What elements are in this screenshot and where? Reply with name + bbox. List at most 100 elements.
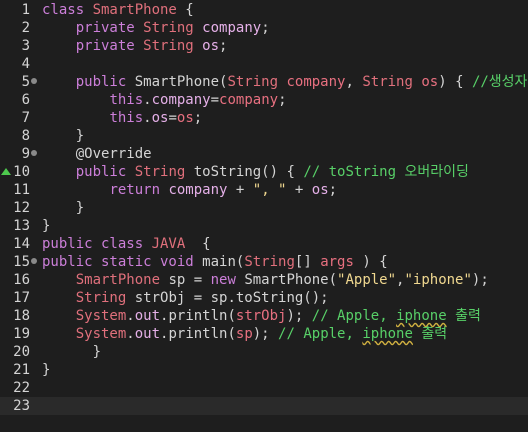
code-line[interactable]: 23 bbox=[0, 397, 528, 415]
code-token: //생성자 bbox=[471, 74, 528, 90]
code-token: args bbox=[320, 254, 354, 270]
code-token: .println( bbox=[160, 326, 236, 342]
code-token: [] bbox=[294, 254, 321, 270]
code-token: new bbox=[210, 272, 245, 288]
code-token: String bbox=[75, 290, 135, 306]
code-token: out bbox=[134, 308, 161, 324]
code-token: os bbox=[311, 182, 329, 198]
code-line[interactable]: 9 @Override bbox=[0, 145, 528, 163]
code-text[interactable]: this.company=company; bbox=[42, 91, 287, 109]
code-text[interactable]: this.os=os; bbox=[42, 109, 202, 127]
code-line[interactable]: 12 } bbox=[0, 199, 528, 217]
code-text[interactable]: SmartPhone sp = new SmartPhone("Apple","… bbox=[42, 271, 489, 289]
code-editor[interactable]: 1 class SmartPhone {2 private String comp… bbox=[0, 0, 528, 432]
code-line[interactable]: 22 bbox=[0, 379, 528, 397]
line-number: 15 bbox=[13, 254, 30, 270]
code-line[interactable]: 6 this.company=company; bbox=[0, 91, 528, 109]
line-number: 14 bbox=[13, 236, 30, 252]
code-text[interactable]: return company + ", " + os; bbox=[42, 181, 337, 199]
fold-toggle-icon[interactable] bbox=[31, 150, 37, 156]
code-token: } bbox=[42, 128, 85, 144]
code-token: // Apple, bbox=[311, 308, 397, 324]
fold-toggle-icon[interactable] bbox=[31, 78, 37, 84]
code-line[interactable]: 10 public String toString() { // toStrin… bbox=[0, 163, 528, 181]
code-token: String bbox=[362, 74, 422, 90]
code-token: } bbox=[42, 362, 51, 378]
line-number: 19 bbox=[13, 326, 30, 342]
code-token: ; bbox=[193, 110, 203, 126]
code-text[interactable]: public class JAVA { bbox=[42, 235, 211, 253]
code-line[interactable]: 7 this.os=os; bbox=[0, 109, 528, 127]
code-line[interactable]: 21} bbox=[0, 361, 528, 379]
code-text[interactable]: private String os; bbox=[42, 37, 228, 55]
code-token: . bbox=[126, 308, 135, 324]
code-text[interactable]: public SmartPhone(String company, String… bbox=[42, 73, 528, 91]
code-token: company bbox=[151, 92, 211, 108]
code-line[interactable]: 15 public static void main(String[] args … bbox=[0, 253, 528, 271]
code-line[interactable]: 2 private String company; bbox=[0, 19, 528, 37]
code-token: = bbox=[210, 92, 220, 108]
code-token: strObj bbox=[235, 308, 287, 324]
code-token: this bbox=[109, 92, 144, 108]
code-token: SmartPhone( bbox=[134, 74, 228, 90]
code-token: } bbox=[42, 200, 85, 216]
code-line[interactable]: 16 SmartPhone sp = new SmartPhone("Apple… bbox=[0, 271, 528, 289]
code-token: ); bbox=[286, 308, 312, 324]
code-token: 출력 bbox=[446, 308, 481, 324]
code-text[interactable]: @Override bbox=[42, 145, 152, 163]
code-line[interactable]: 1 class SmartPhone { bbox=[0, 1, 528, 19]
code-line[interactable]: 20 } bbox=[0, 343, 528, 361]
code-text[interactable]: } bbox=[42, 127, 84, 145]
code-line[interactable]: 14 public class JAVA { bbox=[0, 235, 528, 253]
code-line[interactable]: 4 bbox=[0, 55, 528, 73]
line-number: 17 bbox=[13, 290, 30, 306]
code-token: + bbox=[227, 182, 253, 198]
code-token: 출력 bbox=[412, 326, 448, 342]
code-token: company bbox=[168, 182, 228, 198]
code-line[interactable]: 17 String strObj = sp.toString(); bbox=[0, 289, 528, 307]
code-token: @Override bbox=[75, 146, 152, 162]
code-text[interactable]: } bbox=[42, 343, 101, 361]
code-line[interactable]: 8 } bbox=[0, 127, 528, 145]
line-number: 5 bbox=[21, 74, 30, 90]
code-token: String bbox=[244, 254, 295, 270]
code-line[interactable]: 18 System.out.println(strObj); // Apple,… bbox=[0, 307, 528, 325]
code-text[interactable]: } bbox=[42, 361, 50, 379]
code-text[interactable]: } bbox=[42, 217, 50, 235]
code-token: company bbox=[219, 92, 279, 108]
code-line[interactable]: 11 return company + ", " + os; bbox=[0, 181, 528, 199]
line-number: 13 bbox=[13, 218, 30, 234]
code-text[interactable]: private String company; bbox=[42, 19, 270, 37]
code-line[interactable]: 13} bbox=[0, 217, 528, 235]
code-line[interactable]: 3 private String os; bbox=[0, 37, 528, 55]
fold-toggle-icon[interactable] bbox=[31, 258, 37, 264]
code-line[interactable]: 5 public SmartPhone(String company, Stri… bbox=[0, 73, 528, 91]
code-token: strObj = sp.toString(); bbox=[134, 290, 329, 306]
code-token: public static void bbox=[42, 254, 203, 270]
code-text[interactable]: class SmartPhone { bbox=[42, 1, 194, 19]
code-token: System bbox=[75, 326, 127, 342]
code-token: JAVA bbox=[151, 236, 186, 252]
code-token: public bbox=[75, 74, 135, 90]
code-token: . bbox=[143, 92, 152, 108]
override-triangle-icon[interactable] bbox=[1, 168, 11, 175]
code-text[interactable]: System.out.println(sp); // Apple, iphone… bbox=[42, 325, 447, 343]
code-text[interactable]: String strObj = sp.toString(); bbox=[42, 289, 329, 307]
code-text[interactable]: public String toString() { // toString 오… bbox=[42, 163, 469, 181]
code-token: } bbox=[42, 344, 102, 360]
code-line[interactable]: 19 System.out.println(sp); // Apple, iph… bbox=[0, 325, 528, 343]
code-token: ; bbox=[278, 92, 287, 108]
code-text[interactable]: public static void main(String[] args ) … bbox=[42, 253, 388, 271]
code-token: os bbox=[421, 74, 439, 90]
code-text[interactable]: } bbox=[42, 199, 84, 217]
line-number: 21 bbox=[13, 362, 30, 378]
code-token: toString() { bbox=[193, 164, 304, 180]
code-token: private bbox=[75, 20, 144, 36]
code-token: company bbox=[202, 20, 262, 36]
line-number: 20 bbox=[13, 344, 30, 360]
code-token: String bbox=[143, 20, 203, 36]
code-text[interactable]: System.out.println(strObj); // Apple, ip… bbox=[42, 307, 481, 325]
